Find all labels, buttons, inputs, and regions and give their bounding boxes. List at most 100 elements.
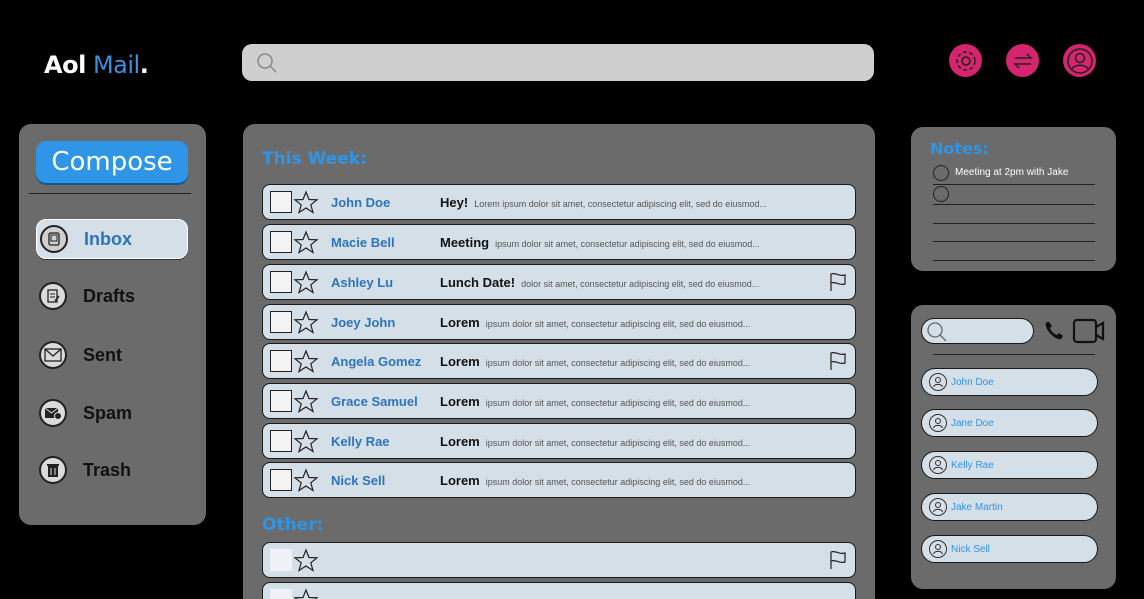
switch-account-button[interactable] [1006, 44, 1039, 77]
compose-button[interactable]: Compose [36, 141, 188, 183]
email-row[interactable]: Angela Gomez Lorem ipsum dolor sit amet, c… [262, 343, 856, 379]
email-sender: Angela Gomez [331, 353, 422, 369]
email-checkbox[interactable] [270, 589, 292, 599]
email-row[interactable] [262, 542, 856, 578]
email-checkbox[interactable] [270, 549, 292, 571]
flag-icon[interactable] [829, 550, 847, 570]
sidebar-item-label: Spam [83, 402, 133, 423]
email-row[interactable]: Kelly Rae Lorem ipsum dolor sit amet, cons… [262, 423, 856, 459]
email-sender: Joey John [331, 314, 396, 330]
star-icon[interactable] [293, 429, 319, 453]
sidebar-item-label: Inbox [84, 228, 132, 249]
email-preview: dolor sit amet, consectetur adipiscing e… [521, 278, 760, 289]
email-row[interactable]: Ashley Lu Lunch Date! dolor sit amet, cons… [262, 264, 856, 300]
email-subject-text: Lorem [440, 472, 480, 488]
contact-item[interactable]: Kelly Rae [921, 451, 1098, 479]
email-sender: Nick Sell [331, 472, 386, 488]
email-subject: Lorem ipsum dolor sit amet, consectetur a… [440, 354, 750, 369]
email-checkbox[interactable] [270, 231, 292, 253]
email-subject-text: Meeting [440, 234, 490, 250]
email-subject: Lorem ipsum dolor sit amet, consectetur a… [440, 473, 750, 488]
star-icon[interactable] [293, 270, 319, 294]
inbox-icon [40, 225, 68, 253]
sidebar-item-drafts[interactable]: Drafts [36, 276, 188, 316]
sidebar-item-spam[interactable]: Spam [36, 393, 188, 433]
contact-name: Kelly Rae [951, 459, 994, 471]
avatar-icon [929, 456, 947, 474]
email-subject: Lunch Date! dolor sit amet, consectetur a… [440, 275, 759, 290]
email-preview: ipsum dolor sit amet, consectetur adipis… [485, 476, 751, 487]
star-icon[interactable] [293, 548, 319, 572]
logo-dot: . [139, 51, 149, 79]
star-icon[interactable] [293, 230, 319, 254]
star-icon[interactable] [293, 310, 319, 334]
flag-icon[interactable] [829, 272, 847, 292]
email-row[interactable]: Joey John Lorem ipsum dolor sit amet, cons… [262, 304, 856, 340]
star-icon[interactable] [293, 468, 319, 492]
other-heading: Other: [262, 515, 324, 535]
email-checkbox[interactable] [270, 469, 292, 491]
note-line [933, 260, 1095, 261]
star-icon[interactable] [293, 588, 319, 599]
note-text[interactable]: Meeting at 2pm with Jake [955, 167, 1068, 178]
contact-name: Nick Sell [951, 543, 990, 555]
email-sender: Ashley Lu [331, 274, 394, 290]
email-subject: Lorem ipsum dolor sit amet, consectetur a… [440, 434, 750, 449]
star-icon[interactable] [293, 349, 319, 373]
contact-name: Jake Martin [951, 501, 1003, 513]
email-subject-text: Lorem [440, 353, 480, 369]
note-checkbox[interactable] [933, 165, 949, 181]
email-sender: Grace Samuel [331, 393, 418, 409]
email-sender: John Doe [331, 194, 391, 210]
email-row[interactable]: Grace Samuel Lorem ipsum dolor sit amet, c… [262, 383, 856, 419]
sidebar-item-inbox[interactable]: Inbox [36, 219, 188, 259]
contact-search-input[interactable] [921, 318, 1034, 344]
contact-item[interactable]: Jane Doe [921, 409, 1098, 437]
drafts-icon [39, 282, 67, 310]
email-checkbox[interactable] [270, 191, 292, 213]
contact-item[interactable]: Jake Martin [921, 493, 1098, 521]
sidebar-item-trash[interactable]: Trash [36, 450, 188, 490]
email-preview: Lorem ipsum dolor sit amet, consectetur … [474, 198, 767, 209]
contact-name: Jane Doe [951, 417, 994, 429]
avatar-icon [929, 498, 947, 516]
email-checkbox[interactable] [270, 350, 292, 372]
profile-button[interactable] [1063, 44, 1096, 77]
email-checkbox[interactable] [270, 390, 292, 412]
email-row[interactable]: Nick Sell Lorem ipsum dolor sit amet, cons… [262, 462, 856, 498]
email-row[interactable] [262, 582, 856, 599]
phone-icon[interactable] [1042, 319, 1066, 343]
email-checkbox[interactable] [270, 311, 292, 333]
sidebar-item-sent[interactable]: Sent [36, 335, 188, 375]
email-preview: ipsum dolor sit amet, consectetur adipis… [495, 238, 760, 249]
email-checkbox[interactable] [270, 271, 292, 293]
contact-item[interactable]: John Doe [921, 368, 1098, 396]
email-subject-text: Lorem [440, 314, 480, 330]
avatar-icon [929, 540, 947, 558]
settings-button[interactable] [949, 44, 982, 77]
star-icon[interactable] [293, 389, 319, 413]
contacts-panel: John Doe Jane Doe Kelly Rae Jake Martin Nick… [911, 305, 1116, 589]
note-checkbox[interactable] [933, 186, 949, 202]
email-sender: Macie Bell [331, 234, 395, 250]
email-row[interactable]: Macie Bell Meeting ipsum dolor sit amet, c… [262, 224, 856, 260]
note-line [933, 223, 1095, 224]
search-input[interactable] [242, 44, 874, 81]
contact-item[interactable]: Nick Sell [921, 535, 1098, 563]
email-preview: ipsum dolor sit amet, consectetur adipis… [485, 397, 751, 408]
note-line [933, 241, 1095, 242]
sidebar-item-label: Sent [83, 344, 123, 365]
email-row[interactable]: John Doe Hey! Lorem ipsum dolor sit amet, … [262, 184, 856, 220]
app-logo[interactable]: Aol Mail. [44, 51, 149, 79]
swap-arrows-icon [1012, 52, 1033, 69]
note-line [933, 204, 1095, 205]
avatar-icon [929, 414, 947, 432]
email-checkbox[interactable] [270, 430, 292, 452]
avatar-icon [929, 373, 947, 391]
notes-panel: Notes: Meeting at 2pm with Jake [911, 127, 1116, 271]
video-call-icon[interactable] [1072, 318, 1106, 344]
star-icon[interactable] [293, 190, 319, 214]
flag-icon[interactable] [829, 351, 847, 371]
email-subject: Lorem ipsum dolor sit amet, consectetur a… [440, 394, 750, 409]
email-preview: ipsum dolor sit amet, consectetur adipis… [485, 357, 751, 368]
